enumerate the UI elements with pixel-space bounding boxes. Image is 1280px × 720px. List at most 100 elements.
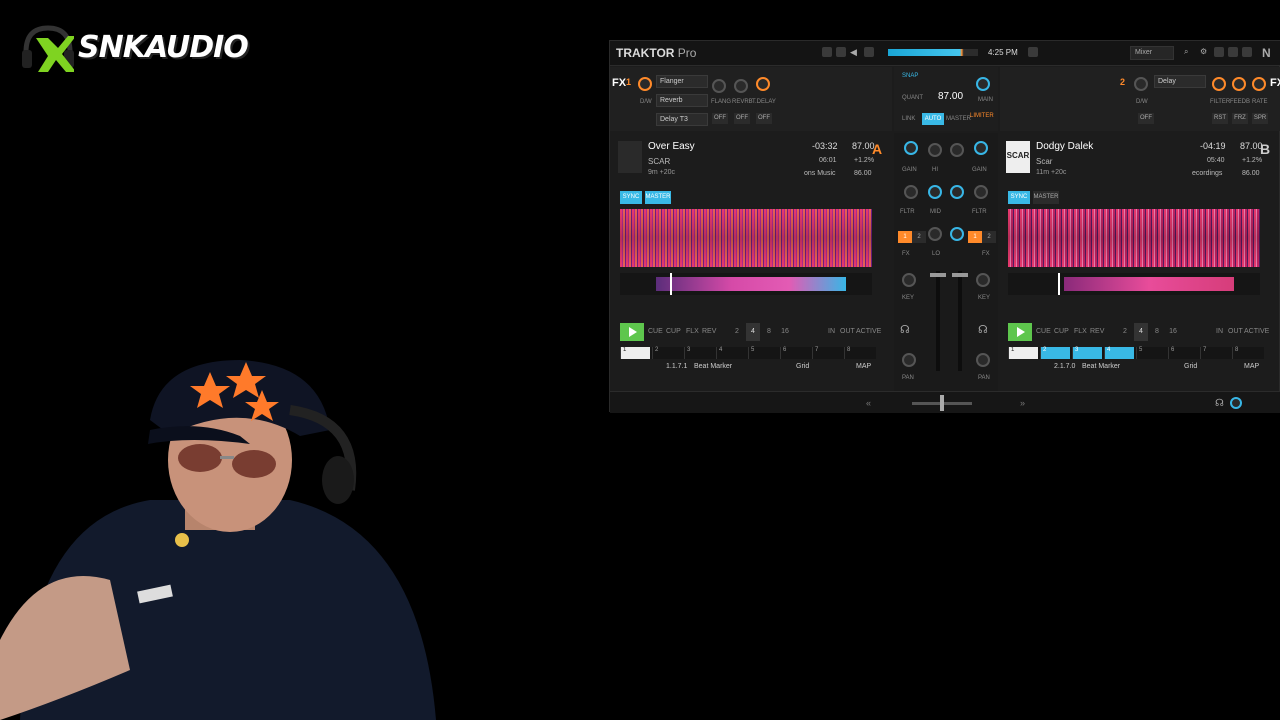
fx-slot[interactable]: Delay	[1154, 75, 1206, 88]
reverb-knob[interactable]	[734, 79, 748, 93]
beat-cell[interactable]: 3	[1072, 347, 1102, 359]
grid-button[interactable]: Grid	[1184, 363, 1197, 370]
volume-icon[interactable]: ◀	[850, 47, 860, 57]
fx-slot-2[interactable]: Reverb	[656, 94, 708, 107]
loop-in-button[interactable]: IN	[828, 323, 835, 341]
delay-knob[interactable]	[756, 77, 770, 91]
snap-button[interactable]: SNAP	[902, 73, 918, 79]
crossfader-handle[interactable]	[940, 395, 944, 411]
filter-knob[interactable]	[1212, 77, 1226, 91]
pan-knob-a[interactable]	[902, 353, 916, 367]
quant-button[interactable]: QUANT	[902, 95, 923, 101]
waveform[interactable]	[1008, 209, 1260, 267]
loop-size-4[interactable]: 4	[1134, 323, 1148, 341]
cue-button[interactable]: CUE	[648, 323, 663, 341]
fx-assign-2-b[interactable]: 2	[982, 231, 996, 243]
settings-icon[interactable]	[1228, 47, 1238, 57]
lo-eq-knob-a[interactable]	[928, 227, 942, 241]
key-knob-b[interactable]	[976, 273, 990, 287]
flanger-knob[interactable]	[712, 79, 726, 93]
headphone-volume-knob[interactable]	[1230, 397, 1242, 409]
grid-button[interactable]: Grid	[796, 363, 809, 370]
layout-selector[interactable]: Mixer	[1130, 46, 1174, 60]
beat-cell[interactable]: 7	[812, 347, 842, 359]
fx-assign-1-a[interactable]: 1	[898, 231, 912, 243]
marker-name[interactable]: Beat Marker	[694, 363, 732, 370]
gain-knob-b[interactable]	[974, 141, 988, 155]
loop-size-2[interactable]: 2	[1118, 323, 1132, 341]
beat-cell[interactable]: 1	[1008, 347, 1038, 359]
snapshot-icon[interactable]	[1242, 47, 1252, 57]
playhead[interactable]	[1058, 273, 1060, 295]
fx-reset-button[interactable]: RST	[1212, 113, 1228, 124]
beat-cell[interactable]: 5	[1136, 347, 1166, 359]
master-button[interactable]: MASTER	[645, 191, 671, 204]
fx-freeze-button[interactable]: FRZ	[1232, 113, 1248, 124]
stripe-overview[interactable]	[620, 273, 872, 295]
loop-active-button[interactable]: ACTIVE	[856, 323, 881, 341]
dry-wet-knob[interactable]	[638, 77, 652, 91]
fx-off-button[interactable]: OFF	[756, 113, 772, 124]
fader-cap-b[interactable]	[952, 273, 968, 277]
beat-cell[interactable]: 6	[780, 347, 810, 359]
reverse-button[interactable]: REV	[1090, 323, 1104, 341]
headphone-mix-icon[interactable]: ☊	[1215, 398, 1225, 409]
main-volume-knob[interactable]	[976, 77, 990, 91]
loop-size-8[interactable]: 8	[762, 323, 776, 341]
channel-fader-b[interactable]	[958, 271, 962, 371]
beat-cell[interactable]: 4	[1104, 347, 1134, 359]
loop-size-16[interactable]: 16	[1166, 323, 1180, 341]
map-button[interactable]: MAP	[1244, 363, 1259, 370]
playhead[interactable]	[670, 273, 672, 295]
channel-fader-a[interactable]	[936, 271, 940, 371]
cup-button[interactable]: CUP	[1054, 323, 1069, 341]
flux-button[interactable]: FLX	[1074, 323, 1087, 341]
loop-in-button[interactable]: IN	[1216, 323, 1223, 341]
loop-size-4[interactable]: 4	[746, 323, 760, 341]
hi-eq-knob-b[interactable]	[950, 143, 964, 157]
loop-size-2[interactable]: 2	[730, 323, 744, 341]
loop-record-icon[interactable]	[836, 47, 846, 57]
filter-knob-b[interactable]	[974, 185, 988, 199]
waveform[interactable]	[620, 209, 872, 267]
key-knob-a[interactable]	[902, 273, 916, 287]
sync-button[interactable]: SYNC	[620, 191, 642, 204]
flux-button[interactable]: FLX	[686, 323, 699, 341]
beat-cell[interactable]: 8	[1232, 347, 1262, 359]
master-clock-button[interactable]: MASTER	[946, 116, 971, 122]
beat-cell[interactable]: 1	[620, 347, 650, 359]
headphone-cue-a-icon[interactable]: ☊	[900, 323, 910, 336]
filter-knob-a[interactable]	[904, 185, 918, 199]
play-button[interactable]	[1008, 323, 1032, 341]
sync-button[interactable]: SYNC	[1008, 191, 1030, 204]
mid-eq-knob-b[interactable]	[950, 185, 964, 199]
beat-cell[interactable]: 8	[844, 347, 874, 359]
loop-size-8[interactable]: 8	[1150, 323, 1164, 341]
map-button[interactable]: MAP	[856, 363, 871, 370]
fx-slot-3[interactable]: Delay T3	[656, 113, 708, 126]
loop-active-button[interactable]: ACTIVE	[1244, 323, 1269, 341]
fx-assign-2-a[interactable]: 2	[912, 231, 926, 243]
hi-eq-knob-a[interactable]	[928, 143, 942, 157]
beat-cell[interactable]: 6	[1168, 347, 1198, 359]
pan-knob-b[interactable]	[976, 353, 990, 367]
beat-cell[interactable]: 4	[716, 347, 746, 359]
record-icon[interactable]	[822, 47, 832, 57]
fx-assign-1-b[interactable]: 1	[968, 231, 982, 243]
fullscreen-icon[interactable]	[1214, 47, 1224, 57]
feedback-knob[interactable]	[1232, 77, 1246, 91]
loop-size-16[interactable]: 16	[778, 323, 792, 341]
master-button[interactable]: MASTER	[1033, 191, 1059, 204]
forward-icon[interactable]: »	[1020, 398, 1030, 408]
fx-off-button[interactable]: OFF	[734, 113, 750, 124]
beat-cell[interactable]: 2	[1040, 347, 1070, 359]
rewind-icon[interactable]: «	[866, 398, 876, 408]
fx-off-button[interactable]: OFF	[1138, 113, 1154, 124]
stripe-overview[interactable]	[1008, 273, 1260, 295]
link-button[interactable]: LINK	[902, 116, 915, 122]
cup-button[interactable]: CUP	[666, 323, 681, 341]
cue-button[interactable]: CUE	[1036, 323, 1051, 341]
play-button[interactable]	[620, 323, 644, 341]
loop-out-button[interactable]: OUT	[840, 323, 855, 341]
loop-out-button[interactable]: OUT	[1228, 323, 1243, 341]
